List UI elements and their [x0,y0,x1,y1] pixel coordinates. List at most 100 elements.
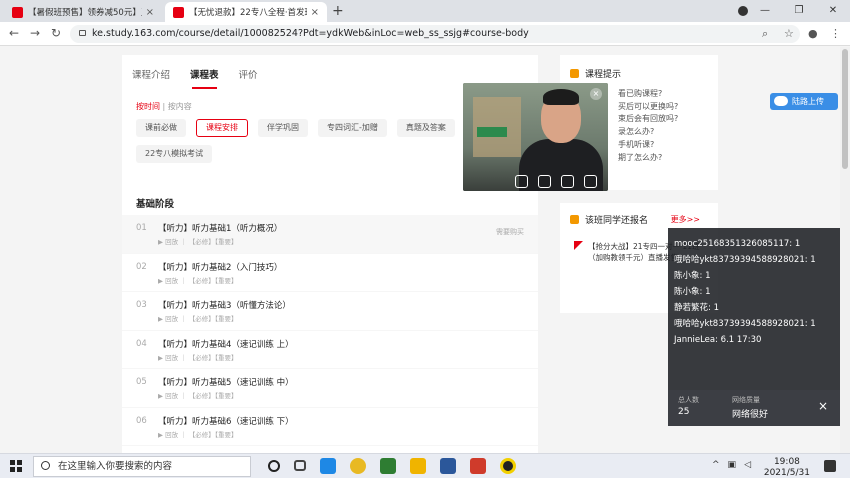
zoom-icon[interactable]: ⌕ [762,27,768,41]
lesson-row[interactable]: 01 【听力】听力基础1（听力概况） ▶ 回放 ｜ 【必修】【重要】 需要购买 [122,215,538,254]
back-icon[interactable]: ← [9,26,19,40]
chat-message: 哦哈哈ykt83739394588928021: 1 [674,255,816,265]
lesson-row[interactable]: 04 【听力】听力基础4（速记训练 上） ▶ 回放 ｜ 【必修】【重要】 [122,331,538,369]
chip[interactable]: 伴学巩固 [258,119,308,137]
category-chips: 课前必做 课程安排 伴学巩固 专四词汇-加赠 真题及答案 22专八模拟考试 [136,119,476,163]
lesson-number: 01 [136,223,147,233]
related-title: 该班同学还报名 [585,216,649,226]
settings-icon[interactable] [584,175,597,188]
address-bar[interactable]: ke.study.163.com/course/detail/100082524… [70,25,800,43]
lesson-title[interactable]: 【听力】听力基础2（入门技巧） [158,261,282,273]
total-value: 25 [678,407,690,417]
close-window-icon[interactable]: ✕ [816,0,850,22]
lesson-meta: ▶ 回放 ｜ 【必修】【重要】 [158,430,238,439]
faq-item[interactable]: 束后会有回放吗? [618,113,708,126]
chip[interactable]: 22专八模拟考试 [136,145,213,163]
word-icon[interactable] [440,458,456,474]
page-scrollbar[interactable] [840,47,850,453]
media-control-icon[interactable] [738,6,748,16]
chat-messages: mooc25168351326085117: 1 哦哈哈ykt837393945… [668,228,840,348]
lock-icon[interactable] [79,30,86,36]
app-icon-2[interactable] [380,458,396,474]
browser-tab-2[interactable]: 【无忧退款】22专八全程·首发班 × [165,2,327,22]
live-chat-overlay: mooc25168351326085117: 1 哦哈哈ykt837393945… [668,228,840,426]
cloud-upload-button[interactable]: 陆路上传 [770,93,838,110]
volume-icon[interactable]: ◁ [744,460,751,470]
task-view-icon[interactable] [294,460,306,471]
forward-icon[interactable]: → [30,26,40,40]
faq-item[interactable]: 录怎么办? [618,126,708,139]
close-webcam-icon[interactable]: × [590,88,602,100]
faq-item[interactable]: 买后可以更换吗? [618,101,708,114]
star-icon[interactable]: ☆ [784,27,794,40]
lesson-title[interactable]: 【听力】听力基础5（速记训练 中） [158,376,294,388]
lesson-row[interactable]: 02 【听力】听力基础2（入门技巧） ▶ 回放 ｜ 【必修】【重要】 [122,254,538,292]
lesson-title[interactable]: 【听力】听力基础1（听力概况） [158,222,282,234]
chip[interactable]: 真题及答案 [396,119,455,137]
app-icon-1[interactable] [320,458,336,474]
tips-title: 课程提示 [585,70,622,80]
sort-by-content[interactable]: 按内容 [168,102,192,111]
notification-icon[interactable] [824,460,836,472]
chat-message: 陈小象: 1 [674,271,711,281]
menu-icon[interactable]: ⋮ [830,27,841,40]
network-value: 网络很好 [732,410,769,420]
chip-selected[interactable]: 课程安排 [196,119,248,137]
lesson-meta: ▶ 回放 ｜ 【必修】【重要】 [158,276,238,285]
file-explorer-icon[interactable] [410,458,426,474]
windows-start-icon[interactable] [10,460,22,472]
tab-title: 【无忧退款】22专八全程·首发班 [189,8,307,18]
close-tab-icon[interactable]: × [311,7,319,18]
network-icon[interactable]: ▣ [728,460,737,470]
browser-tab-1[interactable]: 【暑假班预售】领券减50元】丑 × [4,2,162,22]
sort-by-time[interactable]: 按时间 [136,102,160,111]
chat-message: JannieLea: 6.1 17:30 [674,335,762,345]
chat-message: 哦哈哈ykt83739394588928021: 1 [674,319,816,329]
tab-schedule[interactable]: 课程表 [190,67,219,89]
webcam-sign [477,127,507,137]
scrollbar-thumb[interactable] [842,49,848,169]
chrome-icon[interactable] [350,458,366,474]
app-icon-3[interactable] [470,458,486,474]
windows-taskbar: 在这里输入你要搜索的内容 ^ ▣ ◁ 19:08 2021/5/31 [0,453,850,478]
tab-intro[interactable]: 课程介绍 [132,67,170,81]
more-link[interactable]: 更多>> [671,214,700,225]
profile-icon[interactable]: ● [808,27,818,40]
faq-item[interactable]: 看已购课程? [618,88,708,101]
portrait-icon[interactable] [561,175,574,188]
lesson-row[interactable]: 05 【听力】听力基础5（速记训练 中） ▶ 回放 ｜ 【必修】【重要】 [122,369,538,408]
lesson-list: 01 【听力】听力基础1（听力概况） ▶ 回放 ｜ 【必修】【重要】 需要购买 … [122,215,538,446]
close-chat-icon[interactable]: × [818,399,828,413]
reload-icon[interactable]: ↻ [51,26,61,40]
beauty-icon[interactable] [538,175,551,188]
new-tab-button[interactable]: + [332,3,344,19]
restore-icon[interactable]: ❐ [782,0,816,22]
chat-message: 静若繁花: 1 [674,303,719,313]
chip[interactable]: 课前必做 [136,119,186,137]
system-tray: ^ ▣ ◁ [712,460,751,470]
lesson-meta: ▶ 回放 ｜ 【必修】【重要】 [158,392,238,400]
lesson-row[interactable]: 03 【听力】听力基础3（听懂方法论） ▶ 回放 ｜ 【必修】【重要】 [122,292,538,331]
netease-icon [173,6,184,18]
cloud-icon [774,96,788,106]
lesson-number: 06 [136,415,147,426]
lesson-row[interactable]: 06 【听力】听力基础6（速记训练 下） ▶ 回放 ｜ 【必修】【重要】 [122,408,538,446]
clock[interactable]: 19:08 2021/5/31 [764,458,810,478]
netease-icon [12,6,23,18]
camera-icon[interactable] [515,175,528,188]
chip[interactable]: 专四词汇-加赠 [318,119,387,137]
lesson-title[interactable]: 【听力】听力基础6（速记训练 下） [158,415,294,427]
minimize-icon[interactable]: — [748,0,782,22]
close-tab-icon[interactable]: × [146,7,154,18]
cortana-icon[interactable] [268,460,280,472]
taskbar-search[interactable]: 在这里输入你要搜索的内容 [33,456,251,477]
lesson-title[interactable]: 【听力】听力基础4（速记训练 上） [158,338,294,350]
webcam-overlay[interactable]: × [463,83,608,191]
app-icon-4[interactable] [500,458,516,474]
lesson-title[interactable]: 【听力】听力基础3（听懂方法论） [158,299,291,311]
faq-item[interactable]: 期了怎么办? [618,152,708,165]
chevron-up-icon[interactable]: ^ [712,460,720,470]
lesson-number: 05 [136,377,147,387]
faq-item[interactable]: 手机听课? [618,139,708,152]
tab-reviews[interactable]: 评价 [239,67,258,81]
